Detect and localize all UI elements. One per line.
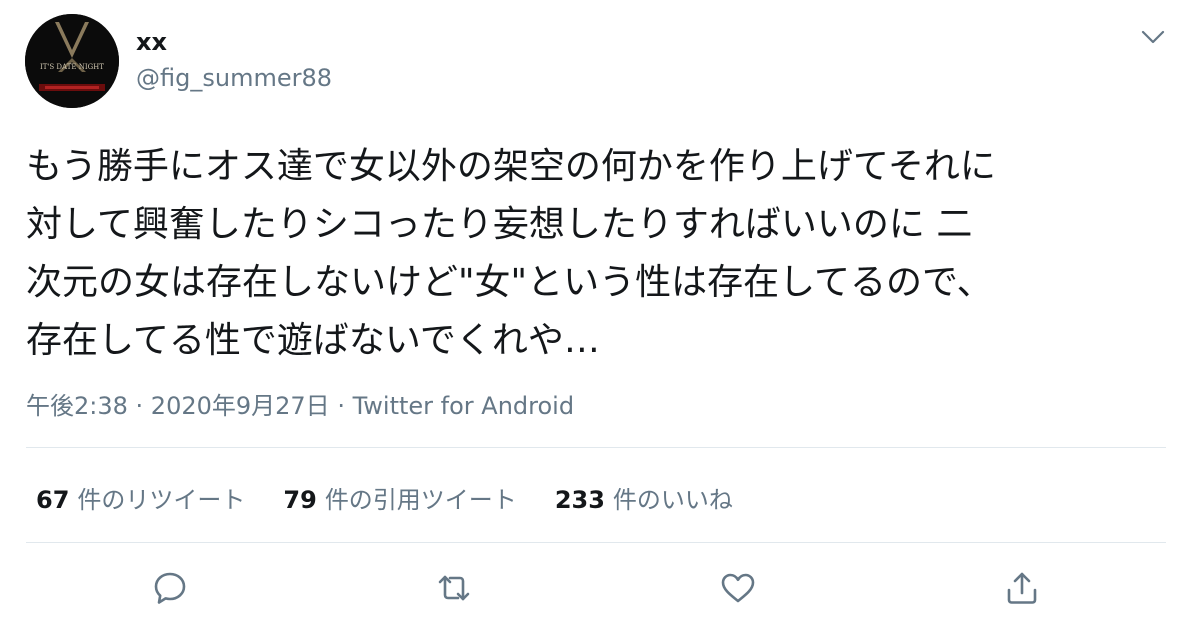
divider — [26, 542, 1166, 543]
tweet-source[interactable]: Twitter for Android — [353, 392, 574, 420]
share-icon[interactable] — [1002, 568, 1042, 608]
tweet: IT'S DATE NIGHT xx @fig_summer88 もう勝手にオス… — [0, 0, 1191, 630]
meta-separator: · — [329, 392, 353, 420]
avatar-logo-text: IT'S DATE NIGHT — [40, 63, 104, 71]
tweet-date[interactable]: 2020年9月27日 — [151, 392, 330, 420]
tweet-text: もう勝手にオス達で女以外の架空の何かを作り上げてそれに 対して興奮したりシコった… — [26, 146, 996, 361]
chevron-down-icon[interactable] — [1138, 22, 1168, 52]
tweet-metadata: 午後2:38 · 2020年9月27日 · Twitter for Androi… — [26, 386, 574, 421]
divider — [26, 447, 1166, 448]
retweet-icon[interactable] — [434, 568, 474, 608]
meta-separator: · — [127, 392, 151, 420]
avatar[interactable]: IT'S DATE NIGHT — [25, 14, 119, 108]
reply-icon[interactable] — [150, 568, 190, 608]
retweet-count[interactable]: 67 件のリツイート — [36, 480, 245, 515]
tweet-time[interactable]: 午後2:38 — [26, 392, 128, 420]
avatar-image: IT'S DATE NIGHT — [25, 14, 119, 108]
user-handle[interactable]: @fig_summer88 — [136, 64, 332, 92]
heart-icon[interactable] — [718, 568, 758, 608]
quote-tweet-count[interactable]: 79 件の引用ツイート — [283, 480, 516, 515]
like-count[interactable]: 233 件のいいね — [555, 480, 733, 515]
tweet-stats: 67 件のリツイート 79 件の引用ツイート 233 件のいいね — [36, 478, 771, 516]
display-name[interactable]: xx — [136, 28, 167, 56]
